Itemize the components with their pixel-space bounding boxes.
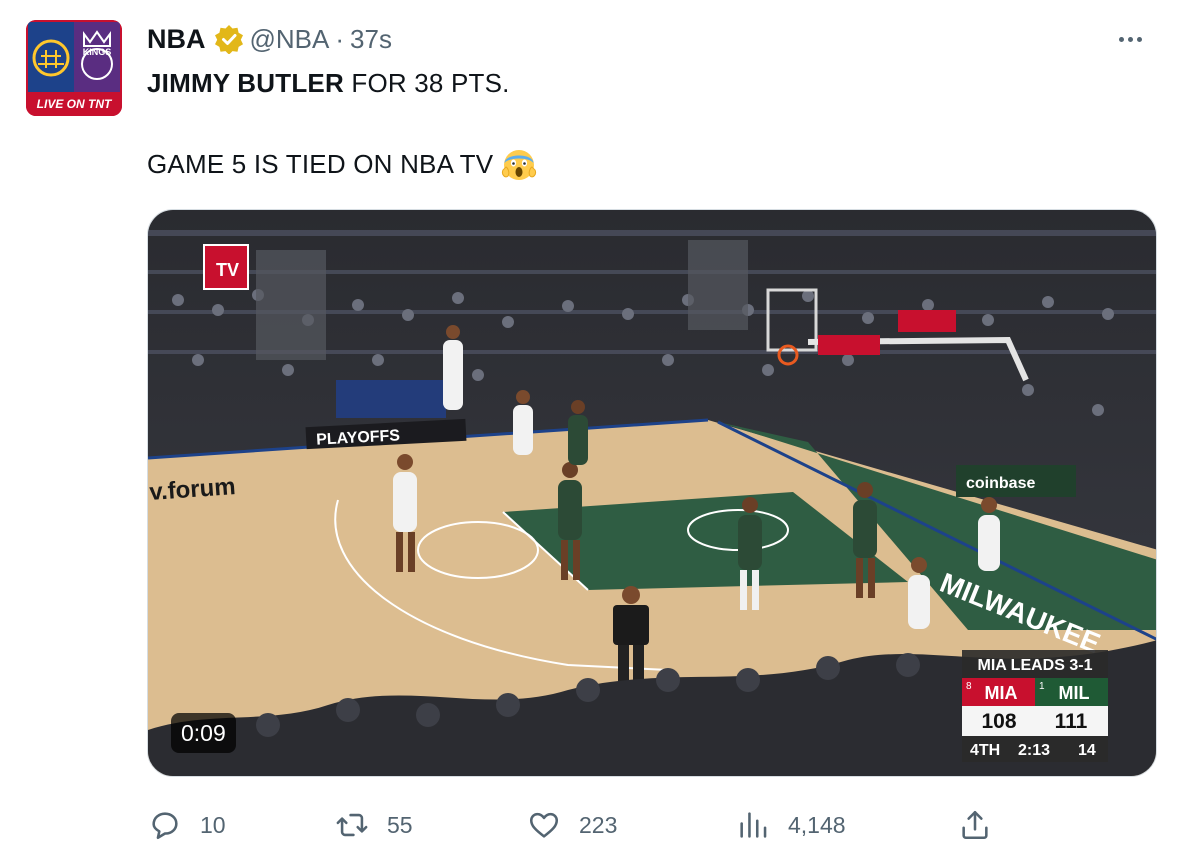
heart-icon — [529, 812, 559, 838]
game-period: 4TH — [970, 742, 1000, 759]
verified-badge-icon — [214, 25, 243, 54]
team2-name: MIL — [1059, 683, 1090, 703]
share-icon — [962, 810, 988, 840]
handle[interactable]: @NBA — [250, 24, 330, 55]
share-button[interactable] — [958, 800, 992, 850]
team2-score: 111 — [1055, 710, 1088, 733]
view-count: 4,148 — [788, 811, 846, 838]
views-button[interactable]: 4,148 — [736, 800, 846, 850]
team1-score: 108 — [981, 710, 1016, 733]
svg-text:KINGS: KINGS — [83, 47, 112, 57]
tweet-header: NBA @NBA · 37s — [147, 22, 392, 56]
display-name[interactable]: NBA — [147, 24, 206, 55]
like-count: 223 — [579, 811, 618, 838]
retweet-icon — [336, 813, 368, 837]
timestamp[interactable]: 37s — [350, 24, 392, 55]
retweet-button[interactable]: 55 — [335, 800, 413, 850]
game-clock: 2:13 — [1018, 742, 1050, 759]
tweet[interactable]: KINGS LIVE ON TNT NBA @NBA · 37s JIMMY B… — [0, 0, 1180, 864]
tweet-text-line-2: GAME 5 IS TIED ON NBA TV — [147, 146, 537, 182]
team1-name: MIA — [985, 683, 1018, 703]
screaming-face-emoji-icon — [502, 150, 537, 180]
reply-icon — [152, 812, 178, 840]
team2-seed: 1 — [1039, 681, 1045, 692]
tweet-text-line-2-text: GAME 5 IS TIED ON NBA TV — [147, 148, 494, 179]
like-button[interactable]: 223 — [527, 800, 617, 850]
scoreboard: MIA LEADS 3-1 8 MIA 1 MIL 108 111 4TH 2:… — [962, 650, 1108, 762]
tweet-text-line-1: JIMMY BUTLER FOR 38 PTS. — [147, 68, 510, 99]
series-status: MIA LEADS 3-1 — [978, 657, 1093, 674]
reply-count: 10 — [200, 811, 226, 838]
svg-text:LIVE ON TNT: LIVE ON TNT — [37, 97, 113, 111]
sponsor-banner: coinbase — [966, 475, 1035, 492]
retweet-count: 55 — [387, 811, 413, 838]
video-duration: 0:09 — [171, 713, 236, 753]
video-player[interactable]: PLAYOFFS v.forum coinbase MILWAUKEE TV M… — [147, 209, 1157, 777]
more-options-icon[interactable] — [1110, 24, 1150, 54]
reply-button[interactable]: 10 — [148, 800, 226, 850]
avatar[interactable]: KINGS LIVE ON TNT — [26, 20, 122, 116]
tweet-text-bold: JIMMY BUTLER — [147, 68, 344, 98]
team1-seed: 8 — [966, 681, 972, 692]
views-chart-icon — [740, 812, 767, 838]
separator-dot: · — [335, 23, 345, 54]
channel-bug: TV — [216, 260, 239, 280]
action-bar: 10 55 223 4,148 — [0, 800, 1180, 850]
tweet-text-rest: FOR 38 PTS. — [343, 68, 510, 98]
shot-clock: 14 — [1078, 742, 1096, 759]
